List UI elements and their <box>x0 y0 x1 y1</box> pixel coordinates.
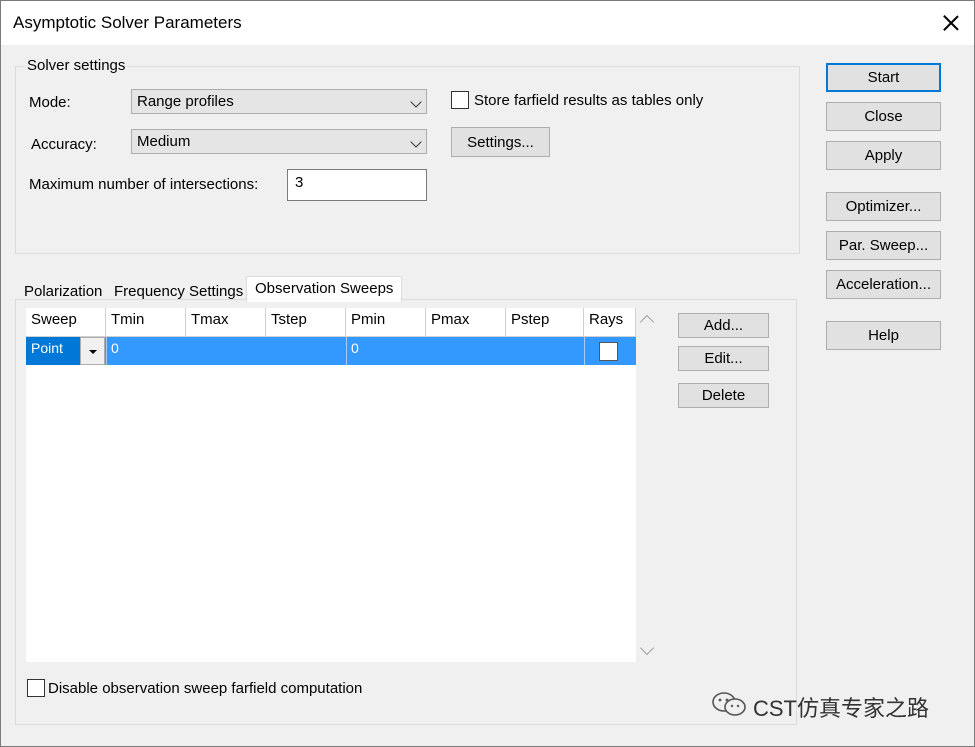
title-bar: Asymptotic Solver Parameters <box>1 1 974 45</box>
pmax-cell[interactable] <box>426 337 506 365</box>
accuracy-select[interactable]: Medium <box>131 129 427 154</box>
tab-frequency-settings[interactable]: Frequency Settings <box>114 283 243 300</box>
tab-observation-sweeps[interactable]: Observation Sweeps <box>246 276 403 302</box>
par-sweep-button[interactable]: Par. Sweep... <box>826 231 941 260</box>
sweep-table-header: Sweep Tmin Tmax Tstep Pmin Pmax Pstep Ra… <box>26 308 636 337</box>
sweep-type-cell[interactable]: Point <box>26 337 80 365</box>
table-row[interactable]: Point 0 0 <box>26 337 636 365</box>
column-header-tstep[interactable]: Tstep <box>266 308 346 337</box>
column-header-label: Pmin <box>351 311 386 328</box>
mode-label: Mode: <box>29 94 71 111</box>
close-icon[interactable] <box>935 7 967 39</box>
max-intersections-label: Maximum number of intersections: <box>29 176 259 193</box>
sweep-table[interactable]: Sweep Tmin Tmax Tstep Pmin Pmax Pstep Ra… <box>26 308 636 662</box>
dialog-window: Asymptotic Solver Parameters Solver sett… <box>0 0 975 747</box>
tstep-cell[interactable] <box>266 337 346 365</box>
wechat-icon <box>712 692 746 716</box>
pmin-cell[interactable]: 0 <box>346 337 426 365</box>
chevron-down-icon <box>410 136 422 148</box>
pstep-cell[interactable] <box>506 337 584 365</box>
cell-divider <box>584 337 585 365</box>
chevron-down-icon <box>410 96 422 108</box>
window-title: Asymptotic Solver Parameters <box>13 13 242 32</box>
settings-button[interactable]: Settings... <box>451 127 550 157</box>
tmax-cell[interactable] <box>186 337 266 365</box>
apply-button[interactable]: Apply <box>826 141 941 170</box>
column-header-sweep[interactable]: Sweep <box>26 308 106 337</box>
tmin-value: 0 <box>111 340 119 356</box>
column-header-label: Sweep <box>31 311 77 328</box>
cell-divider <box>106 337 107 365</box>
add-button[interactable]: Add... <box>678 313 769 338</box>
solver-settings-title: Solver settings <box>25 57 128 74</box>
max-intersections-value: 3 <box>295 174 304 191</box>
mode-select[interactable]: Range profiles <box>131 89 427 114</box>
column-header-rays[interactable]: Rays <box>584 308 636 337</box>
acceleration-button[interactable]: Acceleration... <box>826 270 941 299</box>
column-header-pmax[interactable]: Pmax <box>426 308 506 337</box>
column-header-label: Tstep <box>271 311 307 328</box>
mode-value: Range profiles <box>137 93 234 110</box>
column-header-label: Rays <box>589 311 624 328</box>
max-intersections-field[interactable]: 3 <box>287 169 427 201</box>
column-header-label: Tmax <box>191 311 229 328</box>
disable-farfield-checkbox[interactable] <box>27 679 45 697</box>
column-header-tmax[interactable]: Tmax <box>186 308 266 337</box>
start-button[interactable]: Start <box>826 63 941 92</box>
column-header-pstep[interactable]: Pstep <box>506 308 584 337</box>
column-header-pmin[interactable]: Pmin <box>346 308 426 337</box>
rays-checkbox[interactable] <box>599 342 618 361</box>
close-button[interactable]: Close <box>826 102 941 131</box>
store-farfield-label: Store farfield results as tables only <box>474 92 704 109</box>
column-header-tmin[interactable]: Tmin <box>106 308 186 337</box>
help-button[interactable]: Help <box>826 321 941 350</box>
sweep-type-dropdown-button[interactable] <box>80 337 105 365</box>
accuracy-value: Medium <box>137 133 191 150</box>
optimizer-button[interactable]: Optimizer... <box>826 192 941 221</box>
column-header-label: Tmin <box>111 311 145 328</box>
tab-polarization[interactable]: Polarization <box>24 283 102 300</box>
edit-button[interactable]: Edit... <box>678 346 769 371</box>
sweep-type-value: Point <box>31 340 63 356</box>
tmin-cell[interactable]: 0 <box>106 337 186 365</box>
accuracy-label: Accuracy: <box>31 136 97 153</box>
pmin-value: 0 <box>351 340 359 356</box>
column-header-label: Pmax <box>431 311 470 328</box>
disable-farfield-label: Disable observation sweep farfield compu… <box>48 680 363 697</box>
store-farfield-checkbox[interactable] <box>451 91 469 109</box>
delete-button[interactable]: Delete <box>678 383 769 408</box>
watermark-text: CST仿真专家之路 <box>753 696 930 721</box>
column-header-label: Pstep <box>511 311 550 328</box>
